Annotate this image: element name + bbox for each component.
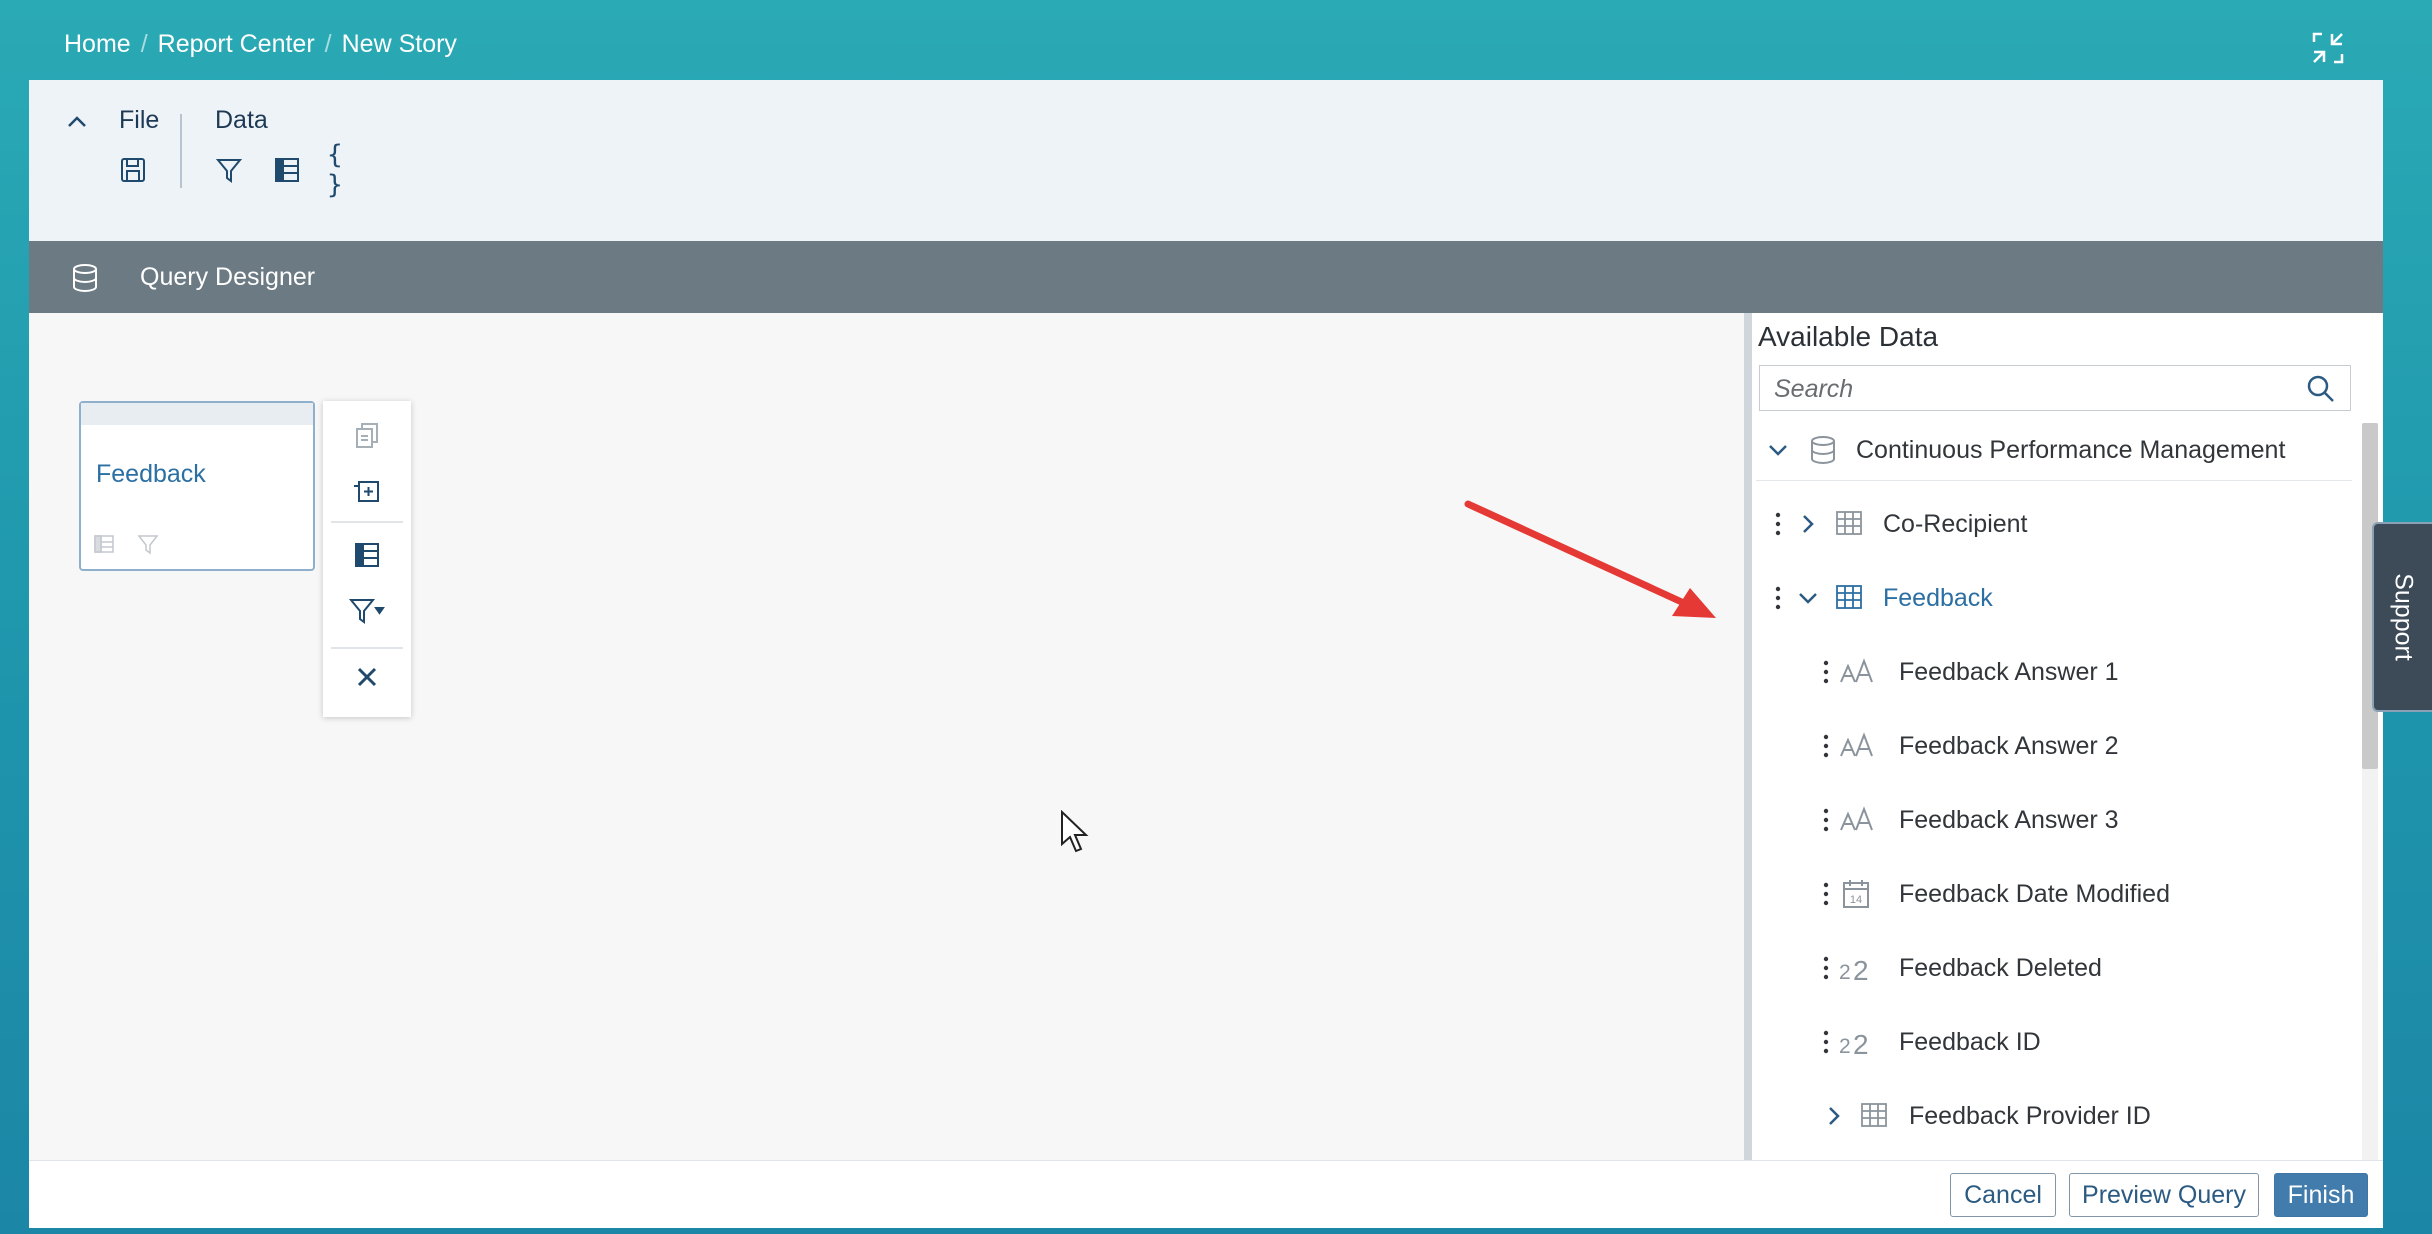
data-group-label[interactable]: Data: [215, 106, 268, 135]
breadcrumb-current: New Story: [341, 29, 457, 58]
drag-handle-icon[interactable]: [1822, 733, 1830, 759]
tree-field-label: Feedback Answer 2: [1899, 732, 2119, 760]
collapse-toolbar-chevron-up-icon[interactable]: [61, 106, 93, 138]
add-join-icon[interactable]: [347, 471, 387, 511]
file-group-label[interactable]: File: [119, 106, 159, 135]
available-data-title: Available Data: [1758, 321, 1939, 352]
chevron-right-icon[interactable]: [1822, 1104, 1846, 1128]
calendar-icon: 14: [1840, 878, 1872, 910]
save-icon[interactable]: [117, 154, 149, 186]
support-tab[interactable]: Support: [2372, 522, 2432, 712]
node-filter-icon: [137, 533, 159, 555]
copy-icon[interactable]: [347, 415, 387, 455]
panel-splitter[interactable]: [1744, 313, 1752, 1160]
chevron-down-icon[interactable]: [1766, 438, 1790, 462]
text-type-icon: [1838, 656, 1878, 688]
tree-item-co-recipient[interactable]: Co-Recipient: [1752, 487, 2352, 561]
support-label: Support: [2389, 573, 2418, 661]
breadcrumb-home[interactable]: Home: [64, 30, 131, 59]
tree-field-feedback-answer-1[interactable]: Feedback Answer 1: [1752, 635, 2352, 709]
search-icon[interactable]: [2306, 374, 2336, 404]
toolbar-divider: [180, 114, 182, 188]
database-icon: [69, 262, 101, 294]
drag-handle-icon[interactable]: [1774, 511, 1782, 537]
dialog-footer: Cancel Preview Query Finish: [29, 1160, 2383, 1228]
svg-text:2: 2: [1839, 1035, 1851, 1058]
node-action-bar: [323, 401, 411, 717]
drag-handle-icon[interactable]: [1822, 955, 1830, 981]
tree-field-label: Feedback Deleted: [1899, 954, 2102, 982]
drag-handle-icon[interactable]: [1822, 1029, 1830, 1055]
filter-icon[interactable]: [213, 154, 245, 186]
text-type-icon: [1838, 730, 1878, 762]
database-icon: [1807, 434, 1839, 466]
search-input[interactable]: [1772, 366, 2276, 412]
mouse-pointer-icon: [1059, 809, 1099, 856]
drag-handle-icon[interactable]: [1822, 881, 1830, 907]
finish-button[interactable]: Finish: [2274, 1173, 2368, 1217]
table-icon[interactable]: [271, 154, 303, 186]
drag-handle-icon[interactable]: [1774, 585, 1782, 611]
number-type-icon: 22: [1838, 952, 1878, 986]
tree-field-feedback-answer-3[interactable]: Feedback Answer 3: [1752, 783, 2352, 857]
tree-item-feedback-provider-id[interactable]: Feedback Provider ID: [1752, 1079, 2352, 1153]
svg-text:2: 2: [1853, 955, 1869, 984]
breadcrumb: Home / Report Center / New Story: [64, 26, 457, 62]
drag-handle-icon[interactable]: [1822, 659, 1830, 685]
preview-query-button[interactable]: Preview Query: [2069, 1173, 2259, 1217]
cancel-button[interactable]: Cancel: [1950, 1173, 2056, 1217]
node-header-strip: [81, 403, 313, 425]
tree-root-node[interactable]: Continuous Performance Management: [1752, 413, 2352, 487]
tree-item-label: Feedback: [1883, 584, 1993, 612]
chevron-right-icon[interactable]: [1796, 512, 1820, 536]
column-table-icon[interactable]: [347, 535, 387, 575]
filter-dropdown-icon[interactable]: [347, 591, 387, 631]
number-type-icon: 22: [1838, 1026, 1878, 1060]
query-designer-bar: Query Designer: [29, 241, 2383, 313]
action-separator: [331, 647, 403, 649]
tree-field-label: Feedback ID: [1899, 1028, 2041, 1056]
node-table-icon: [93, 533, 115, 555]
table-icon: [1834, 582, 1866, 614]
root-divider: [1756, 480, 2352, 481]
table-icon: [1859, 1100, 1891, 1132]
tree-field-label: Feedback Date Modified: [1899, 880, 2170, 908]
tree-field-feedback-date-modified[interactable]: 14 Feedback Date Modified: [1752, 857, 2352, 931]
annotation-arrow: [1464, 500, 1716, 618]
node-title[interactable]: Feedback: [96, 460, 206, 489]
tree-item-feedback[interactable]: Feedback: [1752, 561, 2352, 635]
query-node-card[interactable]: Feedback: [79, 401, 315, 571]
available-data-panel: Available Data Continuous Performance Ma…: [1752, 313, 2383, 1160]
tree-field-label: Feedback Answer 1: [1899, 658, 2119, 686]
breadcrumb-report-center[interactable]: Report Center: [158, 30, 315, 59]
tree-field-feedback-deleted[interactable]: 22 Feedback Deleted: [1752, 931, 2352, 1005]
text-type-icon: [1838, 804, 1878, 836]
tree-root-label: Continuous Performance Management: [1856, 436, 2286, 464]
svg-text:2: 2: [1839, 961, 1851, 984]
formula-braces-icon[interactable]: { }: [327, 140, 359, 200]
svg-text:2: 2: [1853, 1029, 1869, 1058]
story-panel: File Data { } Query Designer Feedback Av…: [29, 80, 2383, 1228]
exit-fullscreen-icon[interactable]: [2310, 30, 2346, 66]
tree-field-label: Feedback Answer 3: [1899, 806, 2119, 834]
breadcrumb-separator: /: [140, 29, 148, 58]
delete-close-icon[interactable]: [347, 657, 387, 697]
tree-item-label: Co-Recipient: [1883, 510, 2028, 538]
search-box: [1759, 365, 2351, 412]
tree-field-feedback-answer-2[interactable]: Feedback Answer 2: [1752, 709, 2352, 783]
breadcrumb-separator: /: [324, 29, 332, 58]
query-designer-title: Query Designer: [140, 263, 316, 291]
query-canvas[interactable]: Feedback: [29, 313, 1744, 1160]
drag-handle-icon[interactable]: [1822, 807, 1830, 833]
tree-item-label: Feedback Provider ID: [1909, 1102, 2151, 1130]
chevron-down-icon[interactable]: [1796, 586, 1820, 610]
toolbar: File Data { }: [29, 80, 2383, 242]
action-separator: [331, 521, 403, 523]
svg-text:14: 14: [1850, 894, 1862, 906]
tree-field-feedback-id[interactable]: 22 Feedback ID: [1752, 1005, 2352, 1079]
table-icon: [1834, 508, 1866, 540]
